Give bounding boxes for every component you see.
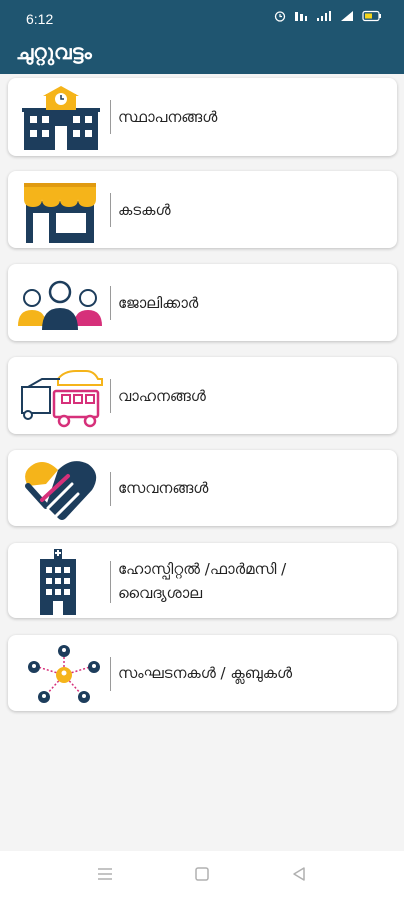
card-separator [110,561,111,603]
category-vehicles[interactable]: വാഹനങ്ങൾ [8,357,397,434]
system-navigation-bar [0,851,404,900]
menu-nav-icon[interactable] [96,865,114,883]
category-hospital-pharmacy[interactable]: ഹോസ്പിറ്റൽ /ഫാർമസി / വൈദ്യശാല [8,543,397,618]
workers-people-icon [18,280,102,330]
card-separator [110,379,111,413]
card-separator [110,286,111,320]
card-separator [110,100,111,134]
category-organisations-clubs[interactable]: സംഘടനകൾ / ക്ലബുകൾ [8,635,397,711]
volte-icon [295,12,307,21]
category-label: സേവനങ്ങൾ [118,479,209,497]
category-label-line1: ഹോസ്പിറ്റൽ /ഫാർമസി / [118,560,287,578]
status-time: 6:12 [26,11,54,27]
category-shops[interactable]: കടകൾ [8,171,397,248]
alarm-icon [274,11,286,22]
category-workers[interactable]: ജോലിക്കാർ [8,264,397,341]
hospital-building-icon [40,549,76,615]
vehicles-icon [21,370,103,428]
service-handshake-icon [25,461,97,520]
status-icons [274,10,382,22]
category-label: സംഘടനകൾ / ക്ലബുകൾ [118,664,293,682]
card-separator [110,472,111,506]
institution-building-icon [22,86,100,150]
status-bar: 6:12 [0,0,404,35]
category-label-line2: വൈദ്യശാല [118,584,203,602]
card-separator [110,657,111,691]
category-institutions[interactable]: സ്ഥാപനങ്ങൾ [8,78,397,156]
home-nav-icon[interactable] [193,865,211,883]
card-separator [110,193,111,227]
shop-store-icon [24,183,96,243]
battery-icon [362,10,381,22]
category-services[interactable]: സേവനങ്ങൾ [8,450,397,526]
back-nav-icon[interactable] [290,865,308,883]
wifi-signal-icon [317,11,331,21]
app-title: ചുറ്റുവട്ടം [16,40,92,64]
category-label: കടകൾ [118,201,171,219]
organization-network-icon [28,645,100,703]
category-label: സ്ഥാപനങ്ങൾ [118,108,218,126]
category-label: ജോലിക്കാർ [118,294,199,312]
app-toolbar: ചുറ്റുവട്ടം [0,35,404,74]
category-label: വാഹനങ്ങൾ [118,387,206,405]
signal-icon [341,11,353,21]
